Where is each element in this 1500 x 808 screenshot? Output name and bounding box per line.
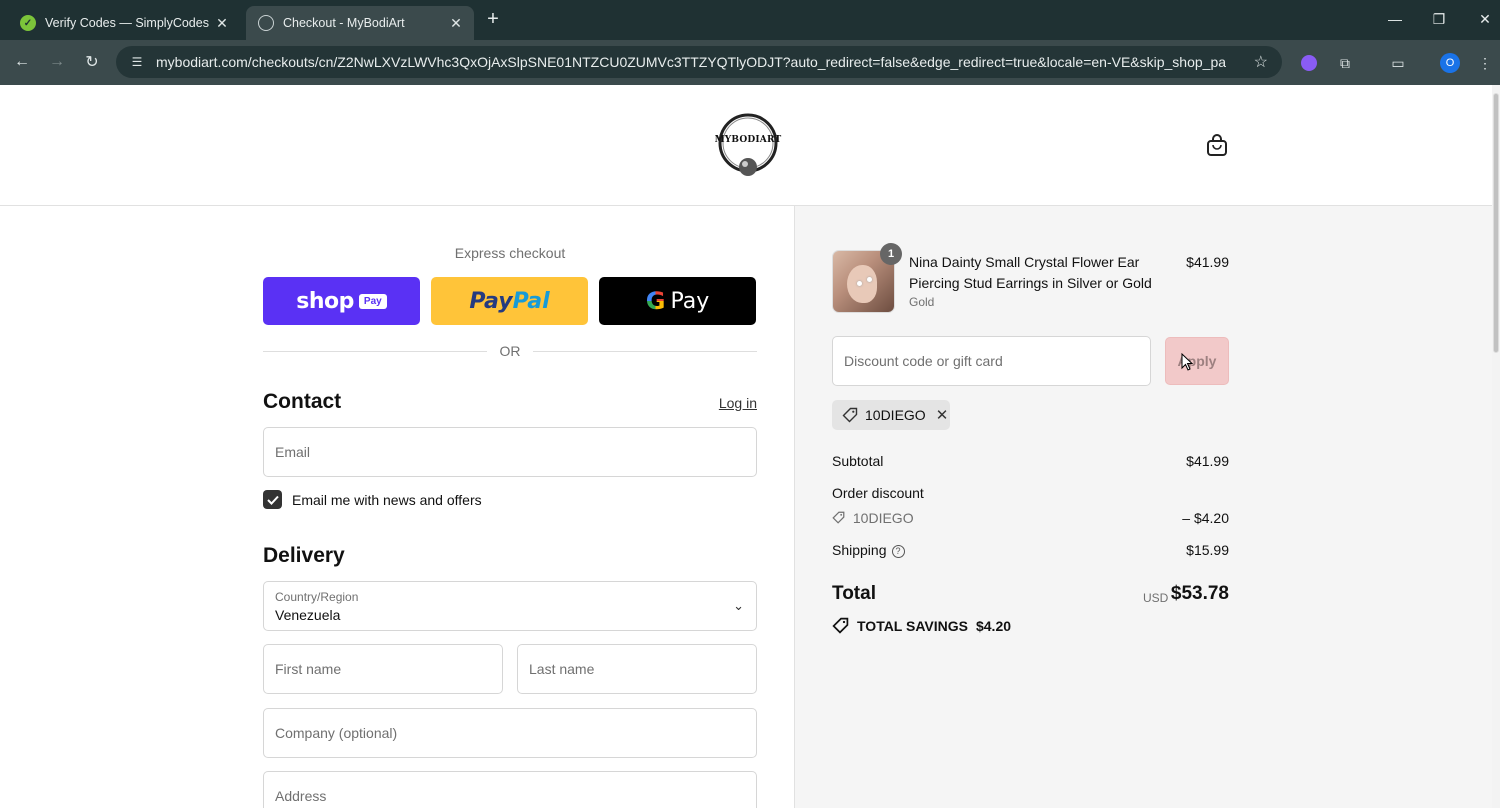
shop-pay-button[interactable]: shop Pay bbox=[263, 277, 420, 325]
first-name-field[interactable]: First name bbox=[263, 644, 503, 694]
mouse-cursor-icon bbox=[1181, 353, 1193, 371]
browser-menu-icon[interactable]: ⋮ bbox=[1474, 52, 1496, 74]
log-in-link[interactable]: Log in bbox=[700, 395, 757, 411]
browser-toolbar: ← → ↻ ☰ mybodiart.com/checkouts/cn/Z2NwL… bbox=[0, 40, 1500, 85]
logo-text: MYBODIART bbox=[714, 135, 782, 145]
total-label: Total bbox=[832, 583, 876, 604]
savings-value: $4.20 bbox=[975, 617, 1012, 634]
country-select[interactable]: Country/Region Venezuela ⌄ bbox=[263, 581, 757, 631]
order-discount-code-row: 10DIEGO – $4.20 bbox=[832, 510, 1229, 526]
tab-title: Verify Codes — SimplyCodes bbox=[45, 16, 209, 30]
tag-icon bbox=[842, 407, 858, 423]
subtotal-value: $41.99 bbox=[1186, 453, 1229, 469]
or-separator: OR bbox=[499, 343, 521, 359]
close-window-icon[interactable]: ✕ bbox=[1470, 6, 1500, 32]
remove-code-icon[interactable]: ✕ bbox=[936, 406, 949, 424]
address-bar[interactable]: ☰ mybodiart.com/checkouts/cn/Z2NwLXVzLWV… bbox=[116, 46, 1282, 78]
extension-purple-icon[interactable] bbox=[1298, 52, 1320, 74]
site-info-icon[interactable]: ☰ bbox=[126, 55, 148, 69]
back-arrow-icon[interactable]: ← bbox=[9, 50, 35, 74]
checkout-page: MYBODIART Express checkout shop Pay PayP… bbox=[0, 85, 1492, 808]
tab-simplycodes[interactable]: ✓ Verify Codes — SimplyCodes ✕ bbox=[8, 6, 240, 40]
simplycodes-check-icon: ✓ bbox=[20, 15, 36, 31]
savings-tag-icon bbox=[832, 617, 849, 634]
new-tab-button[interactable]: + bbox=[482, 8, 504, 30]
contact-heading: Contact bbox=[263, 390, 342, 413]
close-icon[interactable]: ✕ bbox=[446, 13, 466, 33]
applied-code-chip: 10DIEGO ✕ bbox=[832, 400, 950, 430]
express-checkout-label: Express checkout bbox=[454, 245, 566, 261]
restore-icon[interactable]: ❐ bbox=[1424, 6, 1454, 32]
total-amount: $53.78 bbox=[1170, 583, 1229, 604]
divider bbox=[533, 351, 757, 352]
google-pay-button[interactable]: G Pay bbox=[599, 277, 756, 325]
shipping-label: Shipping bbox=[832, 542, 887, 558]
extensions-puzzle-icon[interactable]: ⧉ bbox=[1334, 52, 1356, 74]
checkout-header: MYBODIART bbox=[0, 85, 1492, 206]
minimize-icon[interactable]: — bbox=[1380, 6, 1410, 32]
last-name-field[interactable]: Last name bbox=[517, 644, 757, 694]
order-discount-value: – $4.20 bbox=[1182, 510, 1229, 526]
divider bbox=[263, 351, 487, 352]
newsletter-checkbox[interactable] bbox=[263, 490, 282, 509]
email-field[interactable]: Email bbox=[263, 427, 757, 477]
forward-arrow-icon[interactable]: → bbox=[44, 50, 70, 74]
globe-icon bbox=[258, 15, 274, 31]
quantity-badge: 1 bbox=[880, 243, 902, 265]
close-icon[interactable]: ✕ bbox=[212, 13, 232, 33]
company-field[interactable]: Company (optional) bbox=[263, 708, 757, 758]
chevron-down-icon: ⌄ bbox=[733, 598, 744, 613]
order-discount-code: 10DIEGO bbox=[852, 510, 914, 526]
reload-icon[interactable]: ↻ bbox=[79, 50, 105, 74]
apply-discount-button[interactable]: Apply bbox=[1165, 337, 1229, 385]
cast-icon[interactable]: ▭ bbox=[1387, 52, 1409, 74]
bookmark-star-icon[interactable]: ☆ bbox=[1254, 52, 1268, 72]
help-icon[interactable]: ? bbox=[891, 545, 905, 558]
tab-checkout[interactable]: Checkout - MyBodiArt ✕ bbox=[246, 6, 474, 40]
delivery-heading: Delivery bbox=[263, 544, 345, 567]
discount-code-input[interactable]: Discount code or gift card bbox=[832, 336, 1151, 386]
product-price: $41.99 bbox=[1186, 254, 1229, 270]
tab-title: Checkout - MyBodiArt bbox=[283, 16, 405, 30]
mybodiart-logo[interactable]: MYBODIART bbox=[712, 112, 784, 180]
newsletter-label[interactable]: Email me with news and offers bbox=[292, 492, 482, 508]
browser-tab-bar: ✓ Verify Codes — SimplyCodes ✕ Checkout … bbox=[0, 0, 1500, 40]
product-title: Nina Dainty Small Crystal Flower Ear Pie… bbox=[909, 254, 1152, 291]
total-currency: USD bbox=[1143, 591, 1169, 605]
paypal-button[interactable]: PayPal bbox=[431, 277, 588, 325]
order-discount-label: Order discount bbox=[832, 485, 924, 501]
url-text[interactable]: mybodiart.com/checkouts/cn/Z2NwLXVzLWVhc… bbox=[156, 54, 1226, 70]
page-scrollbar[interactable] bbox=[1492, 85, 1500, 808]
shipping-value: $15.99 bbox=[1186, 542, 1229, 558]
savings-label: TOTAL SAVINGS bbox=[857, 617, 968, 634]
shopping-bag-icon[interactable] bbox=[1206, 133, 1228, 157]
product-variant: Gold bbox=[909, 295, 935, 309]
subtotal-row: Subtotal $41.99 bbox=[832, 453, 1229, 469]
order-summary-panel bbox=[794, 206, 1492, 808]
shipping-row: Shipping? $15.99 bbox=[832, 542, 1229, 558]
profile-avatar[interactable]: O bbox=[1439, 52, 1461, 74]
subtotal-label: Subtotal bbox=[832, 453, 884, 469]
address-field[interactable]: Address bbox=[263, 771, 757, 808]
total-savings: TOTAL SAVINGS $4.20 bbox=[832, 617, 1011, 634]
order-discount-row: Order discount bbox=[832, 485, 1229, 501]
applied-code-text: 10DIEGO bbox=[865, 407, 926, 423]
google-g-icon: G bbox=[645, 287, 666, 315]
discount-tag-icon bbox=[832, 510, 849, 526]
